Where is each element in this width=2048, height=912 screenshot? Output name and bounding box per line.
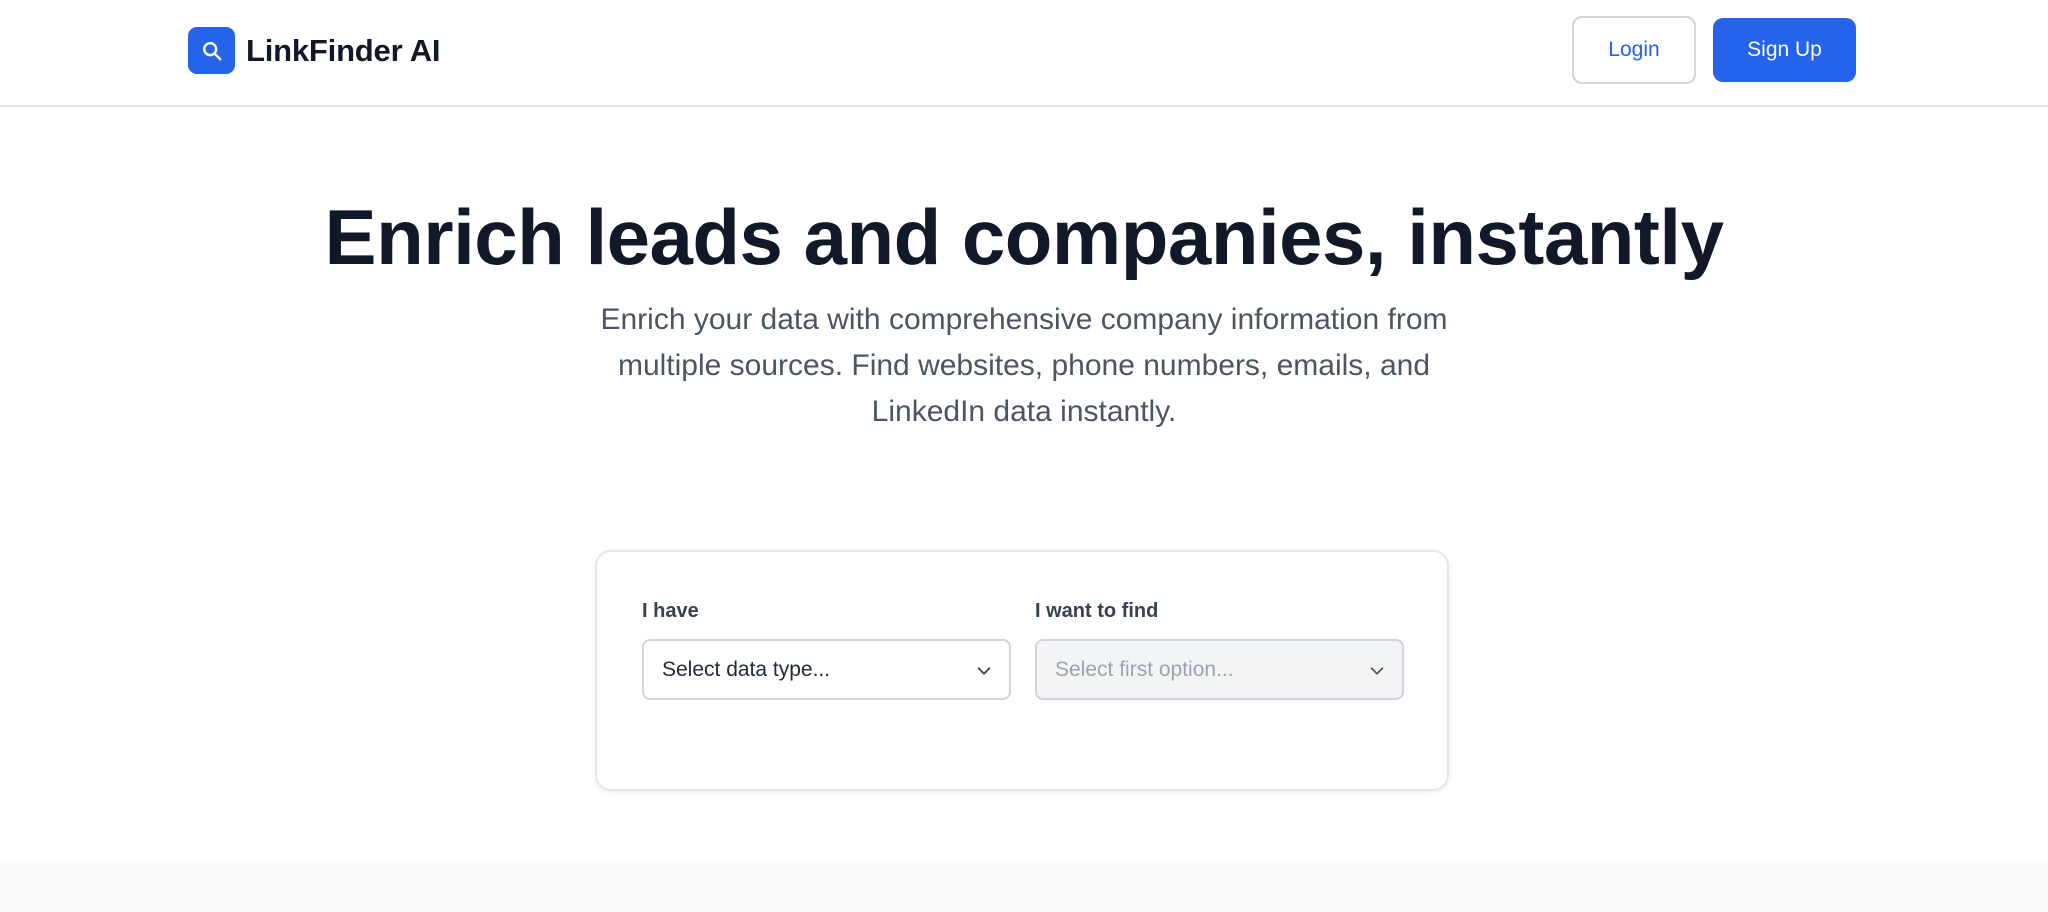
- chevron-down-icon: [977, 667, 991, 675]
- data-type-select-placeholder: Select data type...: [662, 657, 831, 681]
- data-type-select[interactable]: Select data type...: [642, 639, 1011, 700]
- next-section-background: [0, 860, 2048, 912]
- find-target-select[interactable]: Select first option...: [1035, 639, 1404, 700]
- enrichment-form-card: I have Select data type... I want to fin…: [595, 550, 1449, 791]
- login-button[interactable]: Login: [1572, 16, 1696, 84]
- top-navbar: LinkFinder AI Login Sign Up: [0, 0, 2048, 107]
- hero-title: Enrich leads and companies, instantly: [324, 193, 1724, 281]
- brand[interactable]: LinkFinder AI: [188, 27, 441, 74]
- hero-subtitle: Enrich your data with comprehensive comp…: [600, 303, 1448, 428]
- signup-button[interactable]: Sign Up: [1713, 18, 1856, 82]
- brand-name: LinkFinder AI: [246, 32, 441, 68]
- search-icon: [202, 41, 221, 60]
- find-label: I want to find: [1035, 600, 1159, 622]
- have-label: I have: [642, 600, 699, 622]
- brand-logo: [188, 27, 235, 74]
- find-target-select-placeholder: Select first option...: [1055, 657, 1234, 681]
- chevron-down-icon: [1370, 667, 1384, 675]
